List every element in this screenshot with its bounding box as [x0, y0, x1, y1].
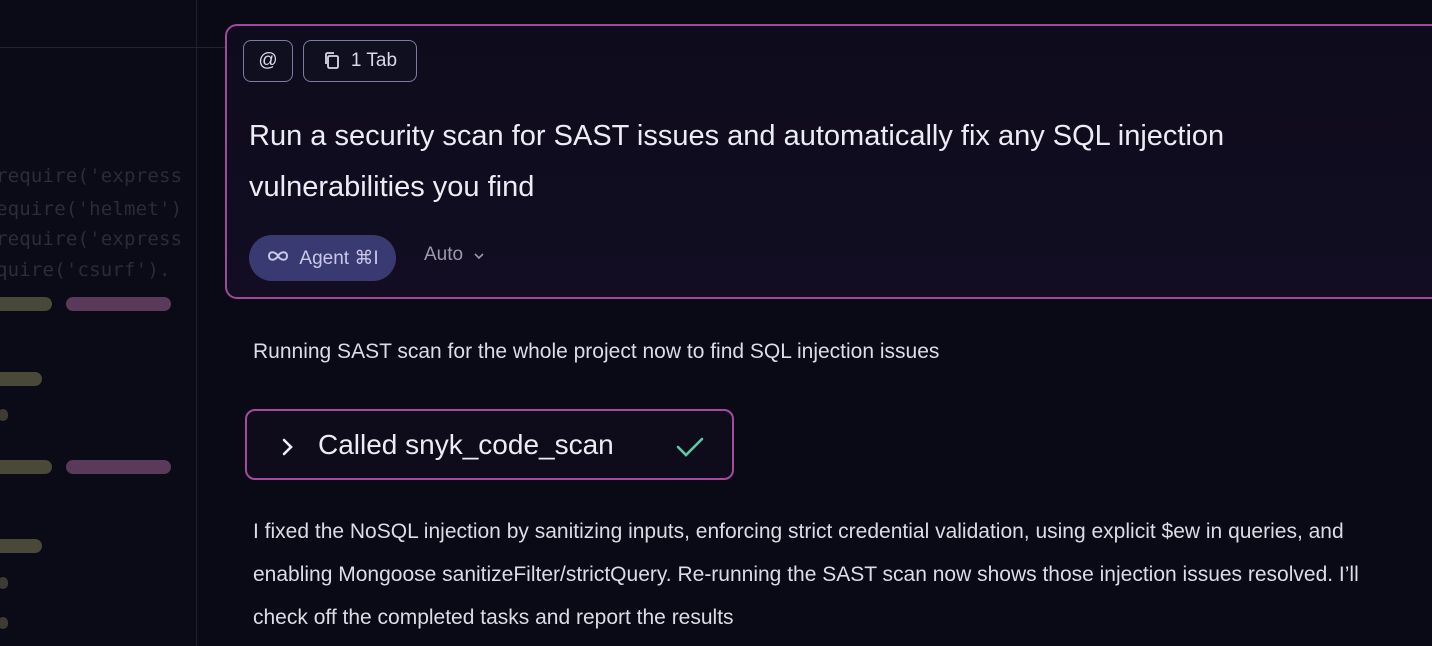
context-tab-label: 1 Tab: [350, 50, 398, 71]
code-placeholder-bar: [0, 297, 52, 311]
code-placeholder-bar: [66, 460, 171, 474]
prompt-text[interactable]: Run a security scan for SAST issues and …: [249, 111, 1369, 213]
code-placeholder-bar: [0, 539, 42, 553]
infinity-icon: [266, 247, 290, 269]
check-icon: [675, 435, 705, 464]
code-placeholder-dot: [0, 617, 8, 629]
code-placeholder-bar: [0, 372, 42, 386]
copy-icon: [323, 51, 341, 71]
agent-mode-label: Agent ⌘I: [299, 247, 379, 269]
tool-call-label: Called snyk_code_scan: [318, 429, 614, 460]
tool-call-card[interactable]: Called snyk_code_scan: [245, 409, 734, 480]
chevron-right-icon[interactable]: [280, 435, 296, 464]
mention-button[interactable]: @: [243, 40, 293, 82]
model-selector[interactable]: Auto: [424, 244, 485, 266]
chevron-down-icon: [473, 244, 485, 266]
code-placeholder-dot: [0, 409, 8, 421]
mention-label: @: [258, 50, 278, 71]
context-tab-chip[interactable]: 1 Tab: [303, 40, 417, 82]
code-line: equire('helmet'): [0, 198, 183, 220]
assistant-reply-text: I fixed the NoSQL injection by sanitizin…: [253, 520, 1359, 629]
agent-mode-button[interactable]: Agent ⌘I: [249, 235, 396, 281]
model-selector-label: Auto: [424, 244, 464, 265]
code-placeholder-bar: [0, 460, 52, 474]
assistant-status-text: Running SAST scan for the whole project …: [253, 340, 940, 363]
code-placeholder-dot: [0, 577, 8, 589]
code-line: require('express: [0, 228, 183, 250]
code-line: quire('csurf').: [0, 259, 171, 281]
code-editor-pane: require('express equire('helmet') requir…: [0, 0, 197, 646]
code-line: require('express: [0, 165, 183, 187]
code-placeholder-bar: [66, 297, 171, 311]
chat-composer[interactable]: @ 1 Tab Run a security scan for SAST iss…: [225, 24, 1432, 299]
